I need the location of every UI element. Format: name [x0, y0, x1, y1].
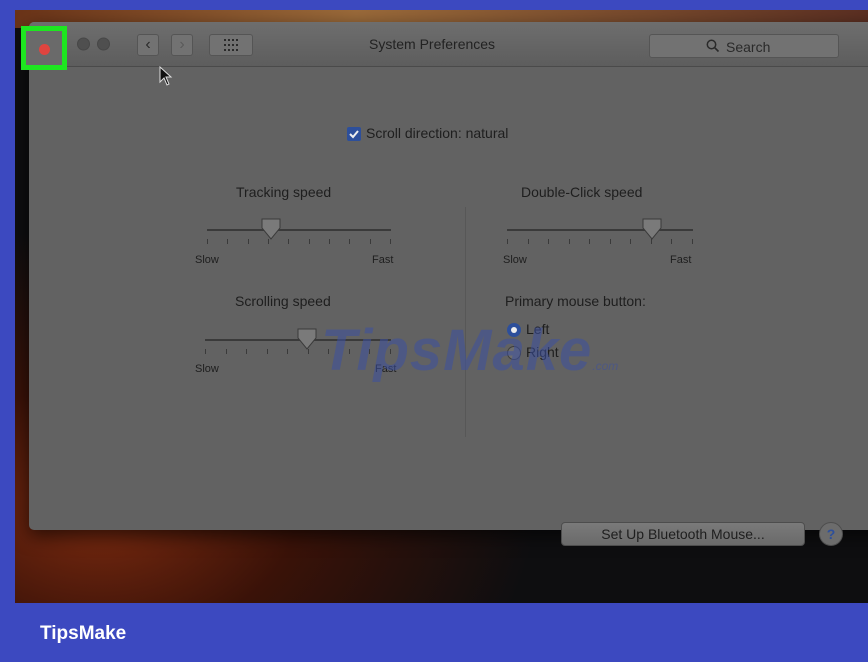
slider-tick: [548, 239, 549, 244]
tracking-fast-label: Fast: [372, 254, 394, 266]
tracking-speed-heading: Tracking speed: [236, 184, 332, 200]
slider-tick: [248, 239, 249, 244]
slider-tick: [267, 349, 268, 354]
slider-tick: [528, 239, 529, 244]
scrolling-slow-label: Slow: [195, 363, 219, 375]
search-icon: [706, 39, 720, 53]
chevron-right-icon: ›: [179, 36, 185, 53]
slider-tick: [569, 239, 570, 244]
image-frame: ‹ › System Preferences Search Scroll dir…: [0, 0, 868, 603]
slider-tick: [226, 349, 227, 354]
slider-tick: [349, 239, 350, 244]
brand-name: TipsMake: [40, 623, 127, 644]
slider-tick: [246, 349, 247, 354]
primary-mouse-button-heading: Primary mouse button:: [505, 293, 646, 309]
slider-tick: [287, 349, 288, 354]
slider-tick: [205, 349, 206, 354]
slider-tick: [328, 349, 329, 354]
scroll-direction-label: Scroll direction: natural: [366, 125, 509, 141]
radio-right[interactable]: [507, 346, 521, 360]
minimize-button[interactable]: [77, 37, 90, 51]
slider-tick: [692, 239, 693, 244]
scrolling-speed-heading: Scrolling speed: [235, 293, 331, 309]
tracking-speed-track[interactable]: [207, 229, 391, 231]
slider-tick: [349, 349, 350, 354]
radio-right-label: Right: [526, 344, 559, 360]
slider-tick: [207, 239, 208, 244]
scrolling-speed-knob[interactable]: [296, 328, 318, 350]
double-click-fast-label: Fast: [670, 254, 692, 266]
title-bar: ‹ › System Preferences Search: [29, 22, 868, 67]
scrolling-fast-label: Fast: [375, 363, 397, 375]
grid-icon: [224, 39, 238, 51]
radio-left-label: Left: [526, 321, 550, 337]
window-title: System Preferences: [369, 36, 496, 52]
zoom-button[interactable]: [97, 37, 110, 51]
double-click-speed-knob[interactable]: [641, 218, 663, 240]
slider-tick: [227, 239, 228, 244]
slider-tick: [329, 239, 330, 244]
desktop-background: ‹ › System Preferences Search Scroll dir…: [15, 10, 868, 603]
slider-tick: [589, 239, 590, 244]
forward-button[interactable]: ›: [171, 34, 193, 56]
column-divider: [465, 207, 466, 437]
slider-tick: [369, 349, 370, 354]
chevron-left-icon: ‹: [145, 36, 151, 53]
double-click-slow-label: Slow: [503, 254, 527, 266]
slider-tick: [390, 349, 391, 354]
tracking-speed-knob[interactable]: [260, 218, 282, 240]
show-all-button[interactable]: [209, 34, 253, 56]
system-preferences-window: ‹ › System Preferences Search Scroll dir…: [29, 22, 868, 546]
slider-tick: [309, 239, 310, 244]
close-button-highlight: [21, 26, 67, 70]
double-click-speed-ticks: [507, 239, 693, 244]
set-up-bluetooth-mouse-button[interactable]: Set Up Bluetooth Mouse...: [561, 522, 805, 546]
mouse-preferences-pane: Scroll direction: natural Tracking speed…: [29, 67, 868, 546]
slider-tick: [288, 239, 289, 244]
slider-tick: [507, 239, 508, 244]
slider-tick: [370, 239, 371, 244]
scroll-direction-checkbox[interactable]: [347, 127, 361, 141]
double-click-speed-heading: Double-Click speed: [521, 184, 643, 200]
slider-tick: [630, 239, 631, 244]
tracking-slow-label: Slow: [195, 254, 219, 266]
brand-bar: TipsMake: [0, 603, 868, 662]
tracking-speed-ticks: [207, 239, 391, 244]
slider-tick: [671, 239, 672, 244]
checkmark-icon: [349, 130, 359, 139]
radio-left[interactable]: [507, 323, 521, 337]
slider-tick: [610, 239, 611, 244]
search-field[interactable]: Search: [649, 34, 839, 58]
search-placeholder: Search: [726, 39, 771, 55]
help-button[interactable]: ?: [819, 522, 843, 546]
close-button-highlighted[interactable]: [39, 44, 50, 55]
double-click-speed-track[interactable]: [507, 229, 693, 231]
slider-tick: [390, 239, 391, 244]
back-button[interactable]: ‹: [137, 34, 159, 56]
